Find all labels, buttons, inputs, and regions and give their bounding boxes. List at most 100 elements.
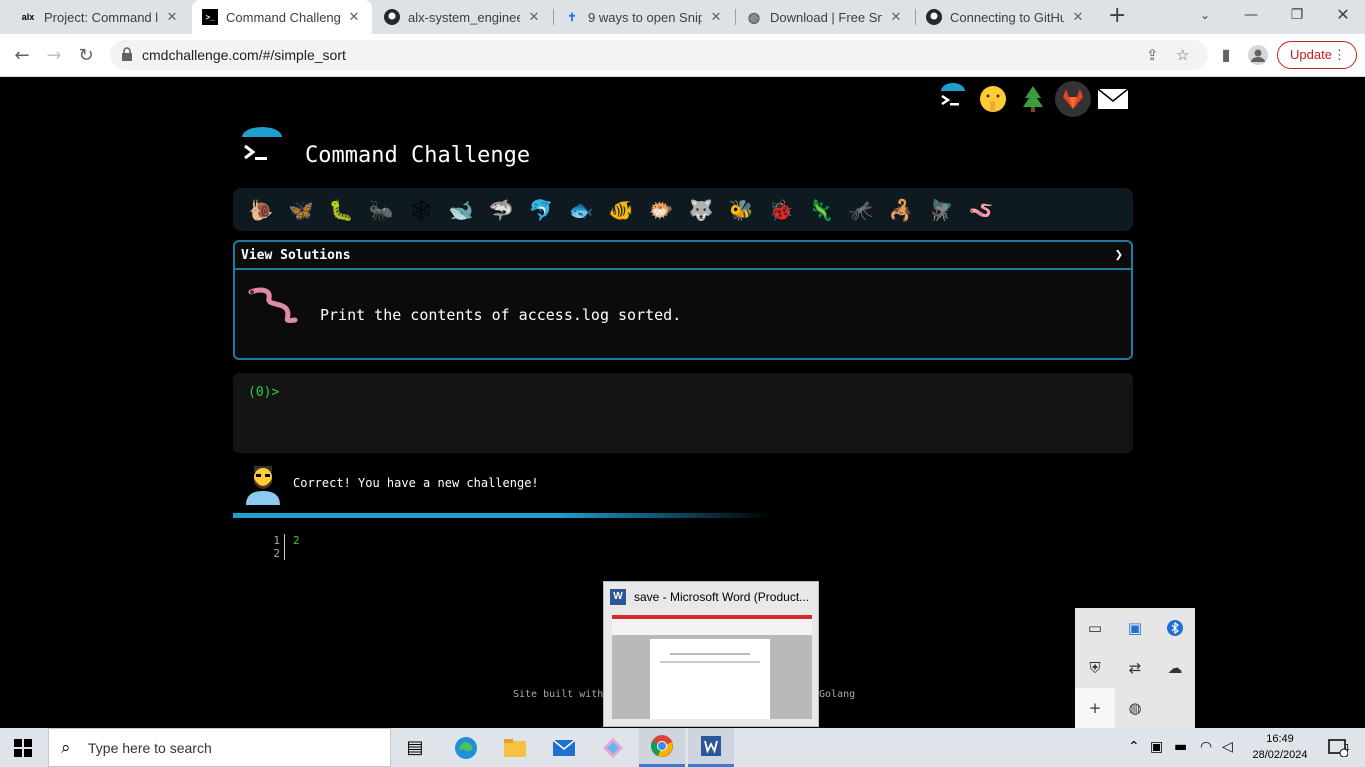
clock-date: 28/02/2024 bbox=[1252, 749, 1308, 761]
whale-icon[interactable]: 🐋 bbox=[441, 198, 481, 222]
network-adapter-icon[interactable]: ▣ bbox=[1115, 608, 1155, 648]
spider-web-icon[interactable]: 🕸 bbox=[401, 198, 441, 222]
close-tab-icon[interactable]: ✕ bbox=[1070, 9, 1086, 25]
close-tab-icon[interactable]: ✕ bbox=[346, 9, 362, 25]
mail-icon[interactable] bbox=[541, 728, 587, 767]
restore-button[interactable]: ❐ bbox=[1274, 0, 1320, 30]
email-icon[interactable] bbox=[1095, 81, 1131, 117]
windows-start-icon[interactable] bbox=[14, 739, 32, 757]
share-icon[interactable]: ⇪ bbox=[1146, 46, 1159, 64]
tab-label: Download | Free Snipp bbox=[770, 9, 882, 25]
volume-icon[interactable]: ◁ bbox=[1222, 739, 1233, 755]
close-window-button[interactable]: ✕ bbox=[1320, 0, 1365, 30]
word-window-preview[interactable]: W save - Microsoft Word (Product... bbox=[603, 581, 819, 727]
system-clock[interactable]: 16:49 28/02/2024 bbox=[1245, 731, 1315, 763]
reload-button[interactable]: ↻ bbox=[74, 44, 98, 68]
close-tab-icon[interactable]: ✕ bbox=[888, 9, 904, 25]
fish-icon[interactable]: 🐟 bbox=[561, 198, 601, 222]
bee-icon[interactable]: 🐝 bbox=[721, 198, 761, 222]
cloud-off-icon[interactable]: ☁ bbox=[1155, 648, 1195, 688]
back-button[interactable]: ← bbox=[10, 44, 34, 68]
close-tab-icon[interactable]: ✕ bbox=[708, 9, 724, 25]
taskbar-search-box[interactable]: ⌕ Type here to search bbox=[48, 728, 391, 767]
display-icon[interactable]: ▭ bbox=[1075, 608, 1115, 648]
globe-icon[interactable]: ◍ bbox=[1115, 688, 1155, 728]
system-tray-overflow: ▭ ▣ ⛨ ⇄ ☁ + ◍ bbox=[1075, 608, 1195, 728]
command-terminal[interactable]: (0)> bbox=[233, 373, 1133, 453]
add-icon[interactable]: + bbox=[1075, 688, 1115, 728]
battery-icon[interactable]: ▬ bbox=[1174, 739, 1187, 755]
challenge-description: Print the contents of access.log sorted. bbox=[320, 306, 682, 324]
document-thumbnail[interactable] bbox=[612, 615, 812, 719]
tab-command-challenge[interactable]: >_ Command Challenge! ✕ bbox=[192, 0, 372, 34]
minimize-button[interactable]: — bbox=[1228, 0, 1274, 30]
chevron-right-icon[interactable]: ❯ bbox=[1115, 247, 1123, 263]
tab-alx-system-engineering[interactable]: alx-system_engineerin ✕ bbox=[374, 0, 552, 34]
usb-icon[interactable]: ⇄ bbox=[1115, 648, 1155, 688]
tab-connecting-to-github[interactable]: Connecting to GitHub ✕ bbox=[916, 0, 1096, 34]
lock-icon[interactable] bbox=[120, 47, 134, 61]
line-number: 2 bbox=[273, 547, 280, 560]
shush-emoji-icon[interactable] bbox=[975, 81, 1011, 117]
pin-favicon-icon: ✝ bbox=[567, 11, 577, 24]
caterpillar-icon[interactable]: 🐛 bbox=[321, 198, 361, 222]
dolphin-icon[interactable]: 🐬 bbox=[521, 198, 561, 222]
bluetooth-icon[interactable] bbox=[1155, 608, 1195, 648]
gitlab-icon[interactable] bbox=[1055, 81, 1091, 117]
blowfish-icon[interactable]: 🐡 bbox=[641, 198, 681, 222]
address-bar[interactable]: cmdchallenge.com/#/simple_sort ⇪ ☆ bbox=[110, 40, 1208, 70]
lizard-icon[interactable]: 🦎 bbox=[801, 198, 841, 222]
word-app-icon: W bbox=[610, 589, 626, 605]
bookmark-star-icon[interactable]: ☆ bbox=[1176, 46, 1189, 64]
forward-button[interactable]: → bbox=[42, 44, 66, 68]
preview-title-text: save - Microsoft Word (Product... bbox=[634, 590, 810, 604]
worm-icon[interactable]: 🪱 bbox=[961, 198, 1001, 222]
tab-search-icon[interactable]: ⌄ bbox=[1182, 0, 1228, 30]
tab-ways-to-open-snipping[interactable]: ✝ 9 ways to open Snippi ✕ bbox=[554, 0, 734, 34]
ladybug-icon[interactable]: 🐞 bbox=[761, 198, 801, 222]
github-favicon-icon bbox=[384, 9, 400, 25]
word-app-taskbar-icon[interactable] bbox=[688, 728, 734, 767]
scorpion-icon[interactable]: 🦂 bbox=[881, 198, 921, 222]
security-shield-icon[interactable]: ⛨ bbox=[1075, 648, 1115, 688]
feedback-text: Correct! You have a new challenge! bbox=[293, 476, 539, 490]
feedback-message: Correct! You have a new challenge! bbox=[240, 461, 840, 511]
mosquito-icon[interactable]: 🦟 bbox=[841, 198, 881, 222]
chrome-browser-icon[interactable] bbox=[639, 728, 685, 767]
meet-now-icon[interactable]: ▣ bbox=[1150, 739, 1163, 755]
tree-icon[interactable] bbox=[1015, 81, 1051, 117]
task-view-icon[interactable]: ▤ bbox=[392, 728, 438, 767]
view-solutions-bar[interactable]: View Solutions ❯ bbox=[235, 242, 1131, 270]
shark-icon[interactable]: 🦈 bbox=[481, 198, 521, 222]
preview-title: W save - Microsoft Word (Product... bbox=[610, 589, 809, 605]
search-icon: ⌕ bbox=[61, 738, 71, 758]
ant-icon[interactable]: 🐜 bbox=[361, 198, 401, 222]
edge-browser-icon[interactable] bbox=[443, 728, 489, 767]
tropical-fish-icon[interactable]: 🐠 bbox=[601, 198, 641, 222]
progress-bar bbox=[233, 513, 773, 518]
file-explorer-icon[interactable] bbox=[492, 728, 538, 767]
new-tab-button[interactable]: + bbox=[1108, 5, 1126, 27]
footer-text: Site built with bbox=[513, 689, 604, 700]
notification-count: 1 bbox=[1345, 743, 1351, 752]
snipping-tool-icon[interactable] bbox=[590, 728, 636, 767]
tab-download-free-snipping[interactable]: ◍ Download | Free Snipp ✕ bbox=[736, 0, 914, 34]
close-tab-icon[interactable]: ✕ bbox=[526, 9, 542, 25]
tab-separator bbox=[553, 9, 554, 25]
close-tab-icon[interactable]: ✕ bbox=[164, 9, 180, 25]
wifi-icon[interactable]: ◠ bbox=[1200, 739, 1212, 755]
wolf-icon[interactable]: 🐺 bbox=[681, 198, 721, 222]
update-button[interactable]: Update ⋮ bbox=[1277, 41, 1357, 69]
fly-icon[interactable]: 🪰 bbox=[921, 198, 961, 222]
url-text[interactable]: cmdchallenge.com/#/simple_sort bbox=[142, 47, 346, 63]
snail-icon[interactable]: 🐌 bbox=[241, 198, 281, 222]
notification-center-icon[interactable]: 1 bbox=[1318, 728, 1358, 767]
tab-label: Command Challenge! bbox=[226, 9, 340, 25]
butterfly-icon[interactable]: 🦋 bbox=[281, 198, 321, 222]
tab-project-command-line[interactable]: alx Project: Command line ✕ bbox=[10, 0, 190, 34]
side-panel-icon[interactable]: ▮ bbox=[1215, 45, 1237, 64]
terminal-logo-icon[interactable] bbox=[935, 81, 971, 117]
profile-avatar-icon[interactable] bbox=[1247, 45, 1269, 69]
show-hidden-icons-chevron-icon[interactable]: ⌃ bbox=[1128, 739, 1140, 755]
footer-link[interactable]: Golang bbox=[819, 689, 855, 700]
